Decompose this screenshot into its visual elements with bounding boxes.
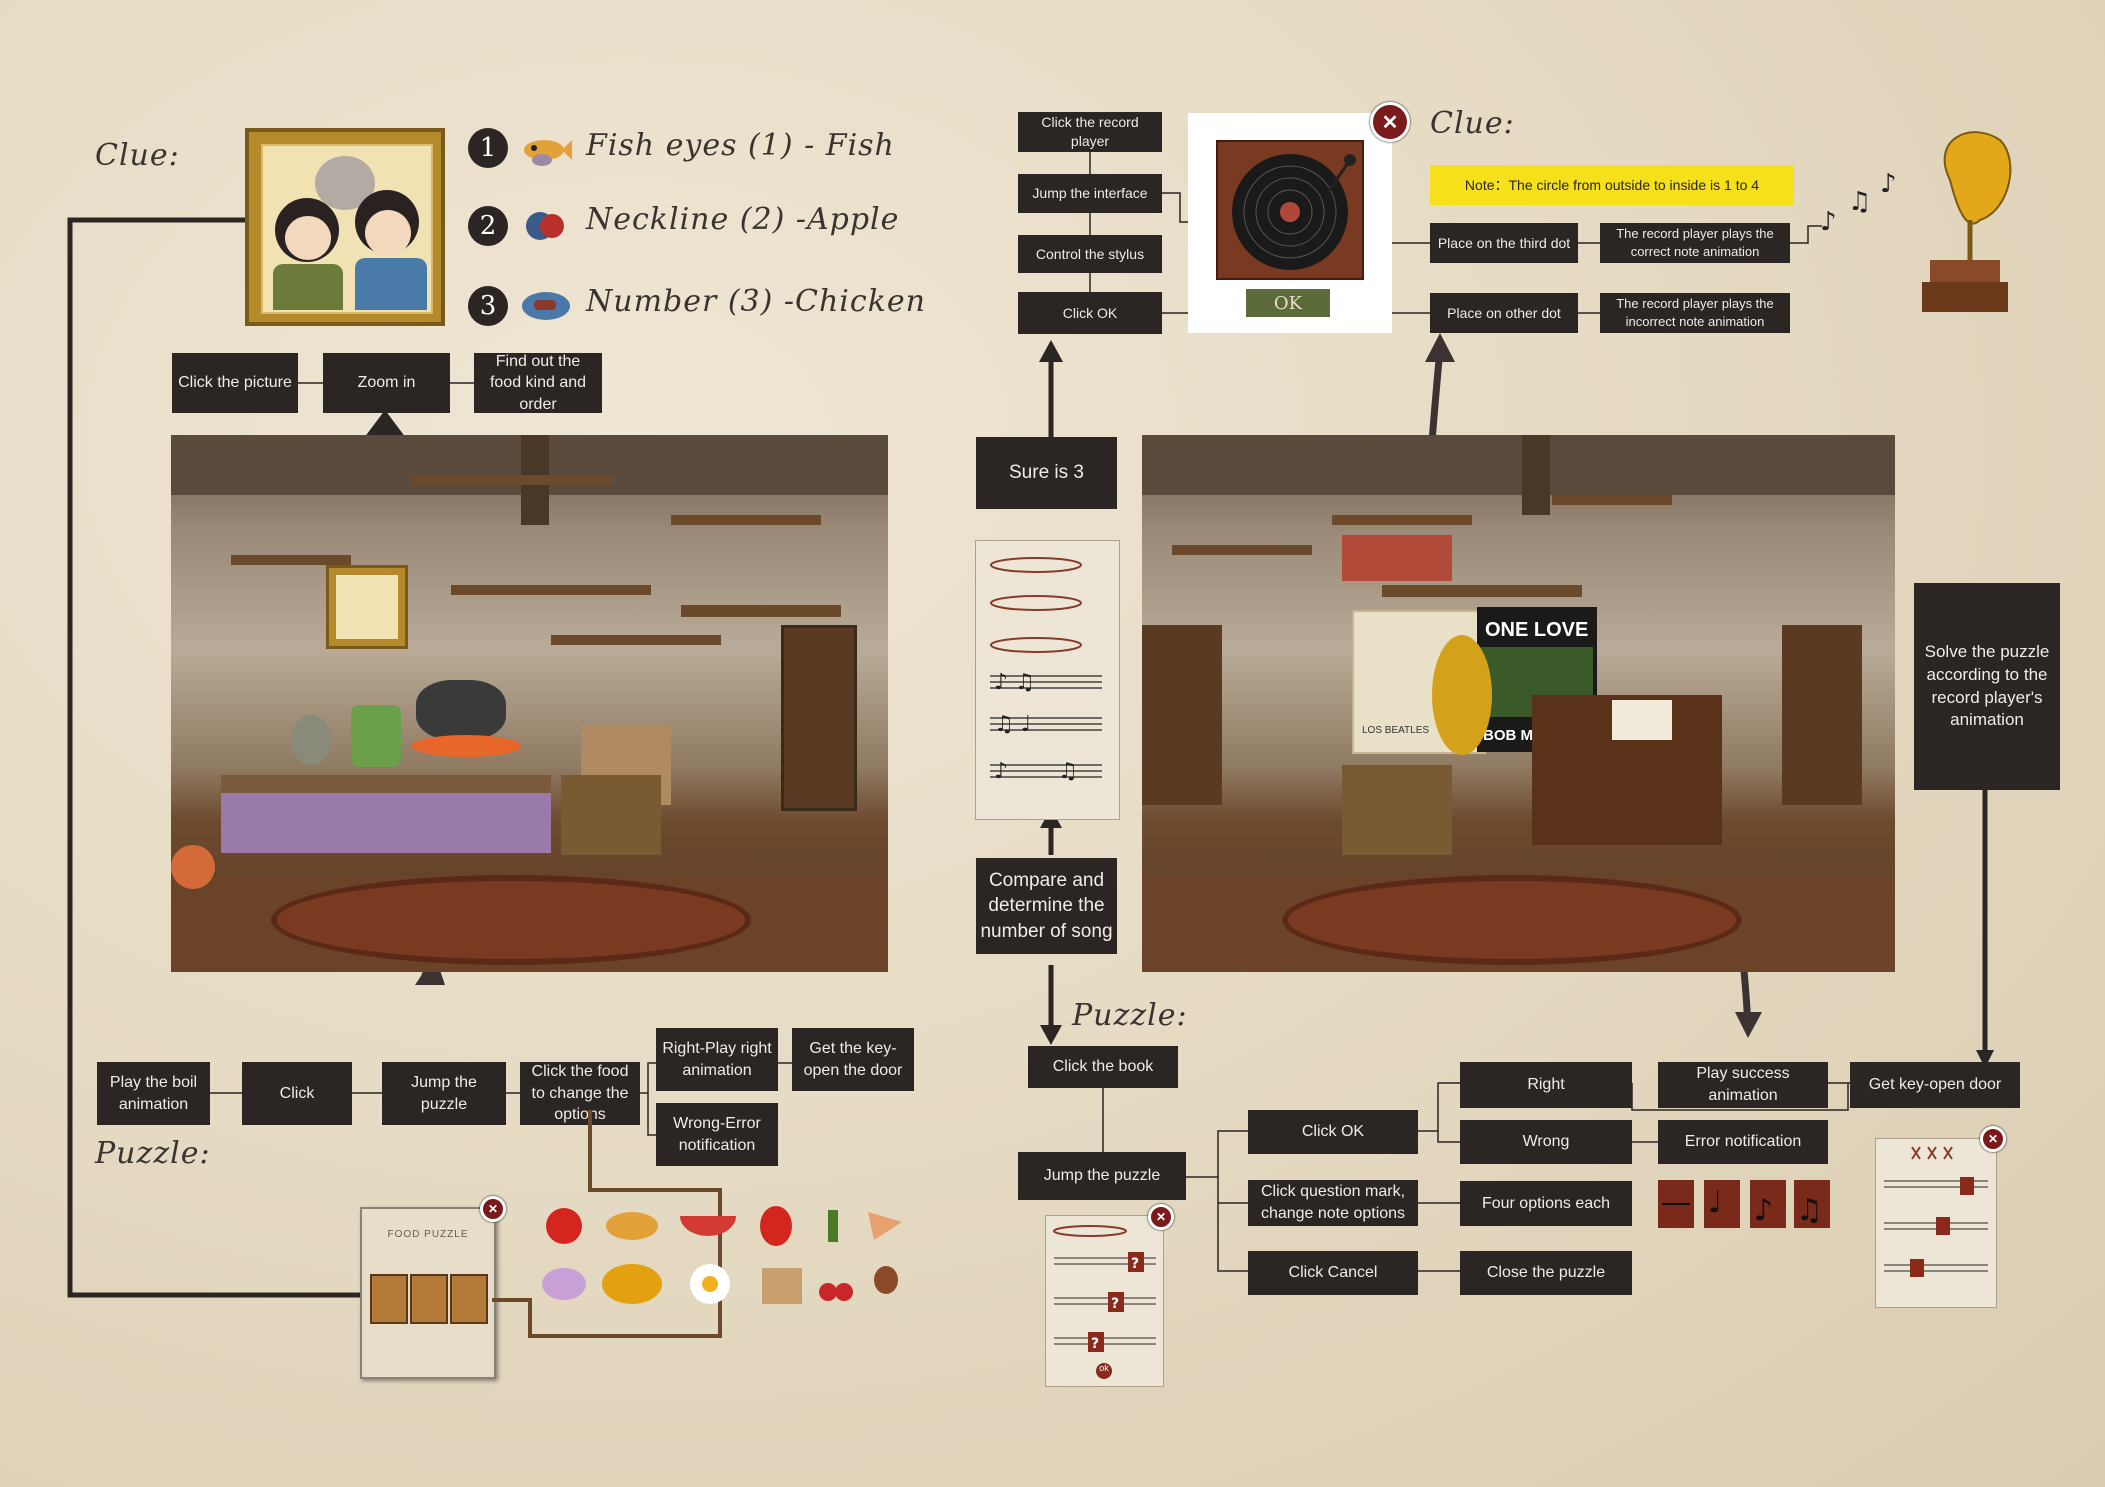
svg-text:♪: ♪ (1880, 169, 1897, 199)
living-room-scene[interactable]: ONE LOVE BOB M LOS BEATLES (1142, 435, 1895, 972)
sure-is-3-step: Sure is 3 (976, 437, 1117, 509)
other-dot-step: Place on other dot (1430, 293, 1578, 333)
close-puzzle-step: Close the puzzle (1460, 1251, 1632, 1295)
click-ok-right-step: Click OK (1248, 1110, 1418, 1154)
svg-text:♫: ♫ (1058, 759, 1078, 784)
wrong-right-step: Wrong (1460, 1120, 1632, 1164)
third-dot-step: Place on the third dot (1430, 223, 1578, 263)
control-stylus-step: Control the stylus (1018, 235, 1162, 273)
clue-title-right: Clue: (1430, 106, 1515, 141)
compare-step: Compare and determine the number of song (976, 858, 1117, 954)
click-ok-step: Click OK (1018, 292, 1162, 334)
note-option-tiles[interactable]: ♩ ♪ ♫ (1658, 1180, 1830, 1228)
svg-text:♪: ♪ (994, 759, 1008, 784)
svg-text:?: ? (1131, 1256, 1139, 1272)
click-question-step: Click question mark, change note options (1248, 1180, 1418, 1226)
svg-text:♫ ♩: ♫ ♩ (994, 712, 1031, 737)
food-icons (540, 1200, 910, 1310)
svg-text:♪: ♪ (1754, 1193, 1773, 1228)
svg-text:?: ? (1111, 1296, 1119, 1312)
note-puzzle-card[interactable]: ??? ok (1045, 1215, 1164, 1387)
record-player-interface[interactable]: OK (1188, 113, 1392, 333)
right-step: Right (1460, 1062, 1632, 1108)
solve-puzzle-step: Solve the puzzle according to the record… (1914, 583, 2060, 790)
jump-puzzle-middle-step: Jump the puzzle (1018, 1152, 1186, 1200)
song-book[interactable]: ♪ ♫ ♫ ♩ ♪ ♫ (975, 540, 1120, 820)
poster-one-love: ONE LOVE (1485, 619, 1589, 641)
solved-puzzle-card[interactable] (1875, 1138, 1997, 1308)
get-key-right-step: Get key-open door (1850, 1062, 2020, 1108)
click-book-step: Click the book (1028, 1046, 1178, 1088)
incorrect-anim-step: The record player plays the incorrect no… (1600, 293, 1790, 333)
click-record-player-step: Click the record player (1018, 112, 1162, 152)
svg-text:♩: ♩ (1708, 1185, 1722, 1220)
svg-text:♫: ♫ (1848, 187, 1871, 217)
close-icon[interactable]: ✕ (1370, 102, 1410, 142)
svg-text:♫: ♫ (1796, 1193, 1823, 1228)
poster-beatles: LOS BEATLES (1362, 725, 1430, 736)
note-puzzle-ok[interactable]: ok (1096, 1363, 1112, 1373)
svg-text:?: ? (1091, 1336, 1099, 1352)
jump-interface-step: Jump the interface (1018, 174, 1162, 213)
svg-text:♪ ♫: ♪ ♫ (994, 670, 1035, 695)
svg-text:♪: ♪ (1820, 207, 1837, 237)
close-icon[interactable]: ✕ (1148, 1204, 1174, 1230)
gramophone-icon: ♪ ♫ ♪ (1820, 120, 2020, 320)
close-icon[interactable]: ✕ (1980, 1126, 2006, 1152)
correct-anim-step: The record player plays the correct note… (1600, 223, 1790, 263)
four-options-step: Four options each (1460, 1181, 1632, 1226)
play-success-step: Play success animation (1658, 1062, 1828, 1108)
note-banner: Note：The circle from outside to inside i… (1430, 165, 1794, 205)
click-cancel-step: Click Cancel (1248, 1251, 1418, 1295)
puzzle-title-middle: Puzzle: (1072, 998, 1188, 1033)
poster-bob: BOB M (1483, 727, 1533, 744)
record-ok-button[interactable]: OK (1246, 289, 1330, 317)
error-notification-step: Error notification (1658, 1120, 1828, 1164)
